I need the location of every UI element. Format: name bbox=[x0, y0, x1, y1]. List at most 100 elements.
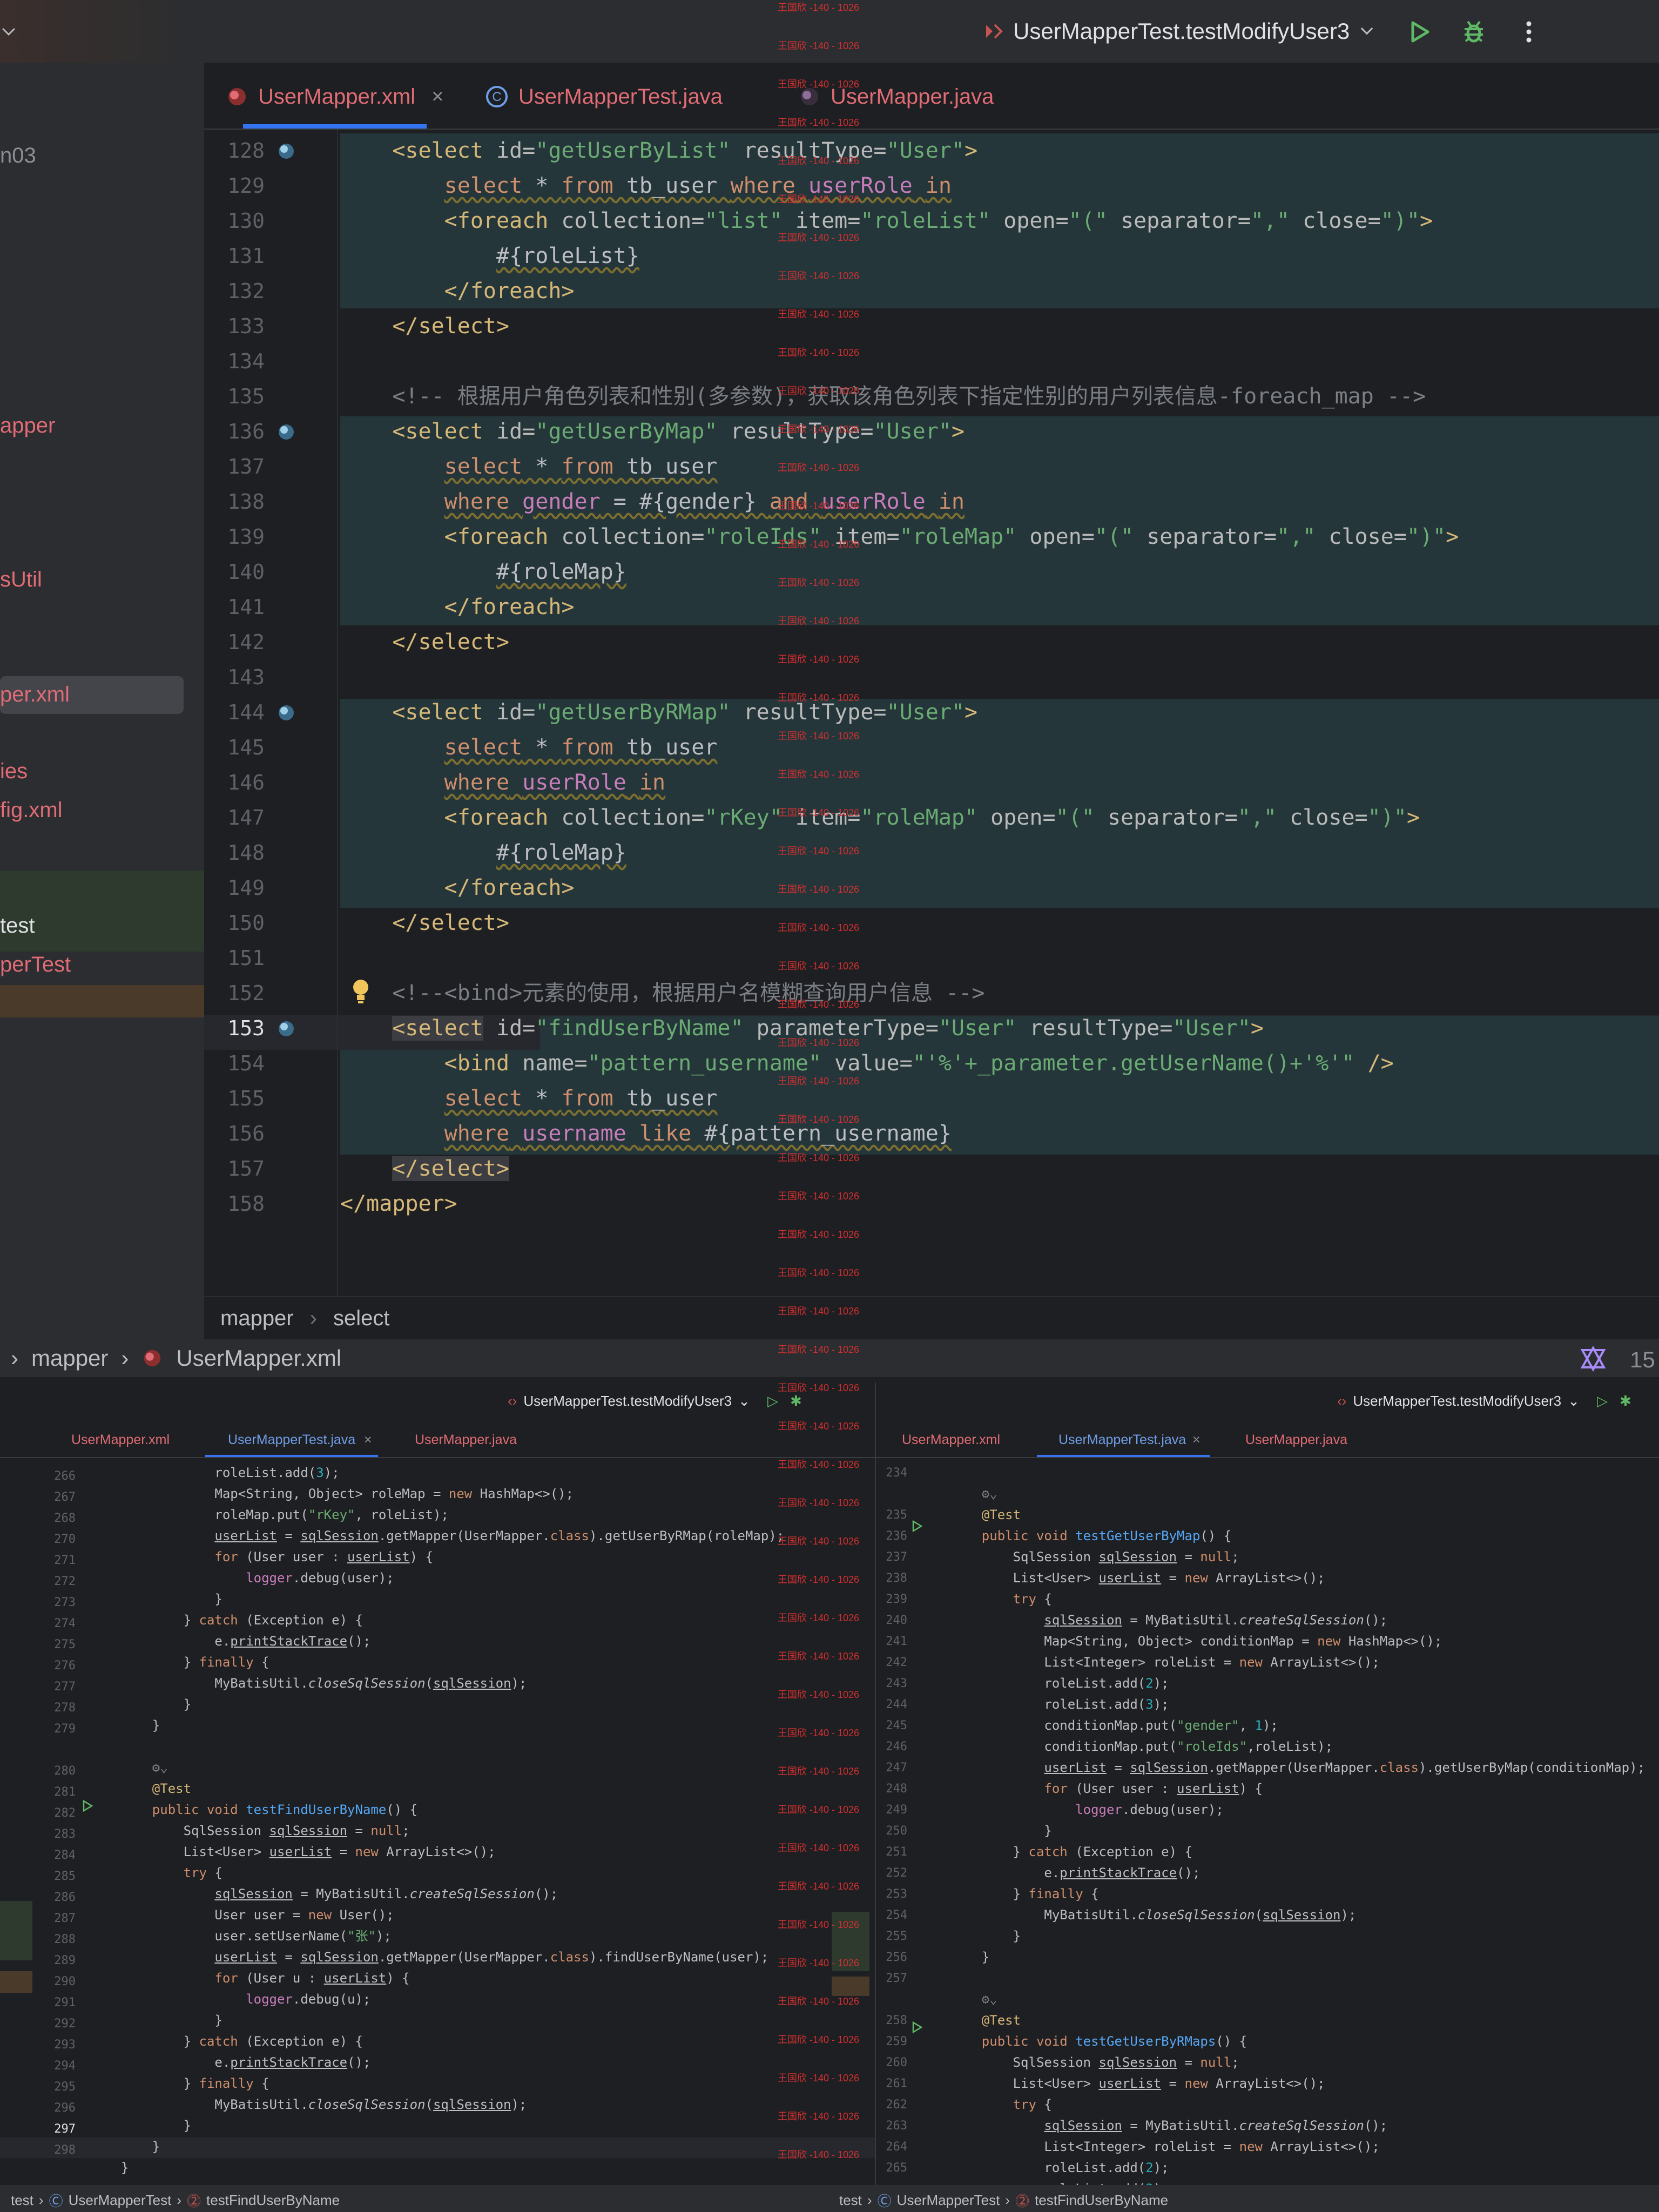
tree-item[interactable]: n03 bbox=[0, 144, 36, 168]
tab-usermapper-java[interactable]: UserMapper.java bbox=[415, 1432, 517, 1448]
run-icon[interactable]: ▷ bbox=[767, 1393, 778, 1410]
left-pane-code[interactable]: roleList.add(3); Map<String, Object> rol… bbox=[121, 1462, 784, 2179]
code-line[interactable]: </mapper> bbox=[340, 1186, 457, 1221]
ai-assistant-icon[interactable] bbox=[1580, 1346, 1606, 1372]
debug-icon[interactable] bbox=[1460, 18, 1487, 45]
code-line[interactable]: select * from tb_user where userRole in bbox=[340, 168, 952, 203]
code-line[interactable]: #{roleMap} bbox=[340, 555, 626, 589]
status-item[interactable]: UserMapperTest bbox=[897, 2192, 1000, 2209]
line-column-indicator[interactable]: 15 bbox=[1630, 1347, 1655, 1373]
tab-usermappertest-java[interactable]: C UserMapperTest.java bbox=[485, 83, 723, 110]
debug-icon[interactable]: ✱ bbox=[1620, 1393, 1631, 1410]
run-test-gutter-icon[interactable] bbox=[911, 1520, 923, 1533]
status-item[interactable]: testFindUserByName bbox=[1035, 2192, 1168, 2209]
code-line[interactable]: <foreach collection="rKey" item="roleMap… bbox=[340, 800, 1420, 835]
chevron-down-icon[interactable] bbox=[2, 23, 15, 36]
code-line[interactable]: where gender = #{gender} and userRole in bbox=[340, 484, 965, 519]
line-number: 132 bbox=[227, 279, 265, 303]
line-number-current: 153 bbox=[227, 1016, 265, 1040]
code-line[interactable]: <!--<bind>元素的使用，根据用户名模糊查询用户信息 --> bbox=[340, 976, 984, 1010]
mybatis-navigation-icon[interactable] bbox=[275, 1017, 300, 1038]
tab-usermapper-xml[interactable]: UserMapper.xml bbox=[71, 1432, 170, 1448]
code-line[interactable]: select * from tb_user bbox=[340, 1081, 718, 1116]
watermark-text: 王国欣 -140 - 1026 bbox=[778, 539, 860, 550]
close-icon[interactable]: × bbox=[1192, 1432, 1201, 1448]
code-line[interactable]: <foreach collection="roleIds" item="role… bbox=[340, 520, 1459, 554]
tree-item[interactable]: ies bbox=[0, 759, 28, 784]
status-item[interactable]: test bbox=[839, 2192, 862, 2209]
run-test-gutter-icon[interactable] bbox=[911, 2021, 923, 2034]
code-line[interactable]: </foreach> bbox=[340, 590, 575, 624]
status-item[interactable]: test bbox=[11, 2192, 33, 2209]
tree-item[interactable]: fig.xml bbox=[0, 798, 63, 822]
right-pane-code[interactable]: ⚙⌄ @Test public void testGetUserByMap() … bbox=[950, 1462, 1645, 2200]
run-configuration-selector[interactable]: UserMapperTest.testModifyUser3 bbox=[983, 16, 1373, 46]
code-line[interactable]: <bind name="pattern_username" value="'%'… bbox=[340, 1046, 1394, 1081]
left-pane-run-config[interactable]: ‹› UserMapperTest.testModifyUser3 ⌄ ▷ ✱ bbox=[508, 1389, 802, 1413]
code-line[interactable]: where username like #{pattern_username} bbox=[340, 1116, 952, 1151]
watermark-text: 王国欣 -140 - 1026 bbox=[778, 232, 860, 243]
code-line[interactable]: <foreach collection="list" item="roleLis… bbox=[340, 204, 1433, 238]
code-line[interactable]: where userRole in bbox=[340, 765, 665, 800]
close-icon[interactable]: × bbox=[364, 1432, 372, 1448]
status-item[interactable]: UserMapperTest bbox=[69, 2192, 172, 2209]
line-number: 135 bbox=[227, 385, 265, 408]
status-item[interactable]: testFindUserByName bbox=[206, 2192, 340, 2209]
status-breadcrumb-right[interactable]: test › Ⓒ UserMapperTest › ⓶ testFindUser… bbox=[839, 2190, 1168, 2210]
code-line[interactable]: select * from tb_user bbox=[340, 730, 718, 765]
watermark-text: 王国欣 -140 - 1026 bbox=[778, 1114, 860, 1125]
tree-item-selected[interactable]: per.xml bbox=[0, 683, 70, 707]
code-line[interactable]: #{roleList} bbox=[340, 239, 639, 273]
line-number-column: 266 267 268 270 271 272 273 274 275 276 … bbox=[54, 1469, 76, 2157]
code-line[interactable]: </foreach> bbox=[340, 274, 575, 308]
tree-item[interactable]: sUtil bbox=[0, 568, 42, 592]
active-tab-indicator bbox=[1037, 1455, 1210, 1457]
status-breadcrumb-left[interactable]: test › Ⓒ UserMapperTest › ⓶ testFindUser… bbox=[11, 2190, 340, 2210]
mybatis-xml-icon bbox=[144, 1350, 161, 1367]
code-line[interactable]: <select id="getUserByMap" resultType="Us… bbox=[340, 414, 965, 449]
line-number: 144 bbox=[227, 700, 265, 724]
right-pane-run-config[interactable]: ‹› UserMapperTest.testModifyUser3 ⌄ ▷ ✱ bbox=[1337, 1389, 1631, 1413]
code-line[interactable]: <!-- 根据用户角色列表和性别(多参数)，获取该角色列表下指定性别的用户列表信… bbox=[340, 379, 1426, 414]
tree-item[interactable]: perTest bbox=[0, 953, 71, 977]
watermark-text: 王国欣 -140 - 1026 bbox=[778, 386, 860, 396]
tab-usermappertest-java[interactable]: UserMapperTest.java bbox=[228, 1432, 355, 1448]
code-line[interactable]: #{roleMap} bbox=[340, 835, 626, 870]
watermark-text: 王国欣 -140 - 1026 bbox=[778, 884, 860, 895]
code-line[interactable]: </select> bbox=[340, 906, 509, 940]
watermark-text: 王国欣 -140 - 1026 bbox=[778, 1536, 860, 1547]
tab-usermapper-xml[interactable]: UserMapper.xml bbox=[902, 1432, 1000, 1448]
run-test-gutter-icon[interactable] bbox=[81, 1799, 94, 1812]
nav-item[interactable]: mapper bbox=[31, 1345, 108, 1371]
code-line[interactable]: <select id="getUserByRMap" resultType="U… bbox=[340, 695, 977, 730]
debug-icon[interactable]: ✱ bbox=[790, 1393, 802, 1410]
tab-usermapper-xml[interactable]: UserMapper.xml × bbox=[226, 83, 443, 110]
run-icon[interactable]: ▷ bbox=[1597, 1393, 1608, 1410]
run-icon[interactable] bbox=[1406, 18, 1433, 45]
mybatis-navigation-icon[interactable] bbox=[275, 139, 300, 161]
code-line[interactable]: </foreach> bbox=[340, 871, 575, 905]
code-line[interactable]: <select id="getUserByList" resultType="U… bbox=[340, 133, 977, 168]
mybatis-navigation-icon[interactable] bbox=[275, 701, 300, 723]
tree-item[interactable]: test bbox=[0, 914, 35, 938]
watermark-text: 王国欣 -140 - 1026 bbox=[778, 1498, 860, 1508]
line-number: 154 bbox=[227, 1051, 265, 1075]
editor-tabbar: UserMapper.xml × C UserMapperTest.java U… bbox=[204, 63, 1659, 130]
watermark-text: 王国欣 -140 - 1026 bbox=[778, 2111, 860, 2122]
more-options-icon[interactable] bbox=[1515, 18, 1542, 45]
code-line[interactable]: </select> bbox=[340, 309, 509, 343]
mybatis-navigation-icon[interactable] bbox=[275, 420, 300, 442]
close-icon[interactable]: × bbox=[431, 85, 443, 109]
nav-item[interactable]: UserMapper.xml bbox=[176, 1345, 341, 1371]
tree-item[interactable]: apper bbox=[0, 414, 55, 438]
breadcrumb-item[interactable]: mapper bbox=[220, 1306, 294, 1331]
tab-usermappertest-java[interactable]: UserMapperTest.java bbox=[1058, 1432, 1186, 1448]
chevron-down-icon: ⌄ bbox=[738, 1392, 750, 1409]
tab-usermapper-java[interactable]: UserMapper.java bbox=[1245, 1432, 1347, 1448]
code-line[interactable]: select * from tb_user bbox=[340, 449, 718, 484]
code-line[interactable]: </select> bbox=[340, 1151, 510, 1186]
line-number: 157 bbox=[227, 1157, 265, 1181]
watermark-text: 王国欣 -140 - 1026 bbox=[778, 347, 860, 358]
code-line[interactable]: </select> bbox=[340, 625, 509, 659]
breadcrumb-item[interactable]: select bbox=[333, 1306, 390, 1331]
